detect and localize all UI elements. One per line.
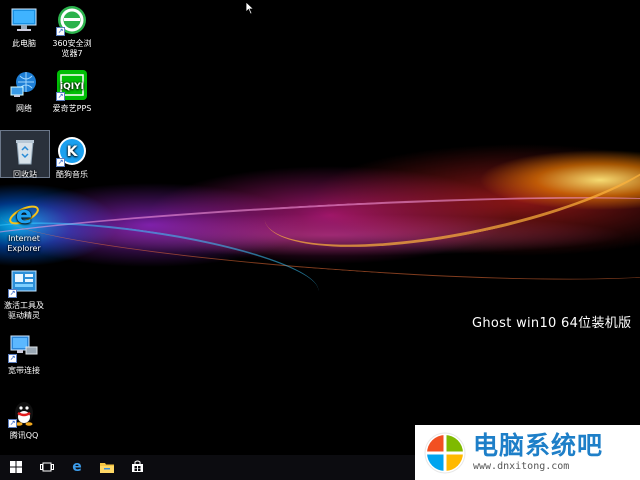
svg-text:K: K (67, 144, 79, 160)
edge-button[interactable]: e (62, 455, 92, 480)
iqiyi-icon: iQIYI ↗ (56, 69, 88, 101)
desktop-icon-label: 此电脑 (12, 39, 36, 48)
desktop-icon-recycle-bin[interactable]: 回收站 (0, 130, 50, 179)
desktop-icon-broadband[interactable]: ↗ 宽带连接 (0, 327, 48, 376)
desktop-icon-kugou[interactable]: K ↗ 酷狗音乐 (48, 131, 96, 180)
ie-icon: e (8, 199, 40, 231)
desktop-icon-label: 宽带连接 (8, 366, 40, 375)
broadband-icon: ↗ (8, 331, 40, 363)
shortcut-arrow-icon: ↗ (56, 158, 65, 167)
computer-icon (8, 4, 40, 36)
kugou-icon: K ↗ (56, 135, 88, 167)
desktop-icon-this-pc[interactable]: 此电脑 (0, 0, 48, 49)
shortcut-arrow-icon: ↗ (8, 354, 17, 363)
qq-icon: ↗ (8, 396, 40, 428)
file-explorer-icon (100, 458, 114, 477)
desktop-icon-label: 爱奇艺PPS (52, 104, 92, 113)
svg-text:iQIYI: iQIYI (60, 82, 84, 92)
mouse-cursor-icon (245, 0, 255, 15)
store-icon (131, 458, 144, 477)
desktop-icon-iqiyi[interactable]: iQIYI ↗ 爱奇艺PPS (48, 65, 96, 114)
wallpaper-streak (252, 77, 640, 276)
desktop-icon-label: 360安全浏览器7 (52, 39, 92, 58)
shortcut-arrow-icon: ↗ (56, 92, 65, 101)
wallpaper-streak (0, 205, 324, 327)
edge-icon: e (70, 458, 84, 477)
start-icon (10, 458, 22, 477)
site-watermark: 电脑系统吧 www.dnxitong.com (415, 425, 640, 480)
desktop-icon-network[interactable]: 网络 (0, 65, 48, 114)
network-icon (8, 69, 40, 101)
wallpaper-caption: Ghost win10 64位装机版 (472, 316, 632, 331)
store-button[interactable] (122, 455, 152, 480)
windows-logo-icon (423, 431, 467, 475)
brand-name: 电脑系统吧 (473, 431, 604, 460)
recycle-bin-icon (9, 135, 41, 167)
task-view-icon (40, 458, 54, 477)
shortcut-arrow-icon: ↗ (56, 27, 65, 36)
shortcut-arrow-icon: ↗ (8, 289, 17, 298)
desktop-icon-label: 激活工具及驱动精灵 (4, 301, 44, 320)
desktop-icon-360-browser[interactable]: ↗ 360安全浏览器7 (48, 0, 96, 59)
wallpaper-streak (0, 185, 640, 296)
svg-text:e: e (72, 459, 82, 473)
brand-url: www.dnxitong.com (473, 461, 570, 472)
desktop-icon-internet-explorer[interactable]: e Internet Explorer (0, 195, 48, 254)
shortcut-arrow-icon: ↗ (8, 419, 17, 428)
file-explorer-button[interactable] (92, 455, 122, 480)
desktop-icon-label: 腾讯QQ (9, 431, 39, 440)
svg-text:e: e (16, 201, 32, 229)
desktop-icon-label: 网络 (16, 104, 32, 113)
desktop-icon-driver-tool[interactable]: ↗ 激活工具及驱动精灵 (0, 262, 48, 321)
desktop-icon-label: 酷狗音乐 (56, 170, 88, 179)
start-button[interactable] (0, 455, 32, 480)
360-browser-icon: ↗ (56, 4, 88, 36)
task-view-button[interactable] (32, 455, 62, 480)
desktop[interactable]: 此电脑 ↗ 360安全浏览器7 网络 iQIYI ↗ 爱奇艺PPS 回收站 K … (0, 0, 640, 455)
desktop-icon-label: Internet Explorer (7, 234, 41, 253)
desktop-icon-qq[interactable]: ↗ 腾讯QQ (0, 392, 48, 441)
desktop-icon-label: 回收站 (13, 170, 37, 179)
driver-tool-icon: ↗ (8, 266, 40, 298)
wallpaper-streak (0, 185, 640, 267)
